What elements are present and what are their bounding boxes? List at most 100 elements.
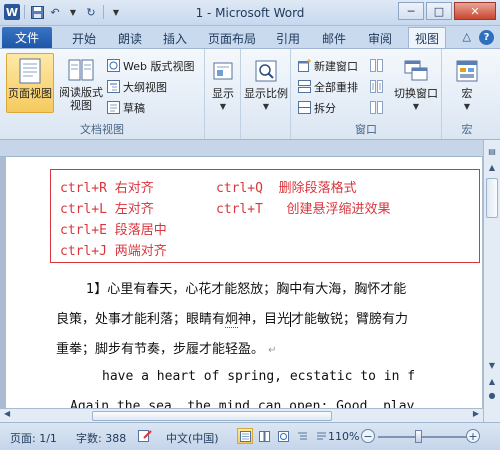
outline-view-icon: [106, 80, 120, 94]
shortcut-ctrl-t: ctrl+T 创建悬浮缩进效果: [216, 202, 391, 217]
previous-page-icon[interactable]: ▲: [484, 374, 500, 389]
zoom-magnifier-icon: [253, 57, 279, 85]
tab-page-layout[interactable]: 页面布局: [208, 29, 256, 48]
status-outline-view-icon[interactable]: [294, 428, 310, 444]
tab-file[interactable]: 文件: [2, 27, 52, 48]
title-bar: W ↶ ▼ ↻ ▼ 1 - Microsoft Word ─ □ ✕: [0, 0, 500, 26]
macros-button[interactable]: 宏 ▼: [448, 57, 486, 113]
reading-view-button[interactable]: 阅读版式 视图: [56, 56, 106, 116]
tab-read-aloud[interactable]: 朗读: [118, 29, 142, 48]
split-label: 拆分: [314, 101, 336, 115]
switch-windows-button[interactable]: 切换窗口 ▼: [391, 57, 441, 113]
split-icon: [297, 101, 311, 115]
zoom-button[interactable]: 显示比例 ▼: [243, 57, 289, 113]
group-show: 显示 ▼: [205, 49, 241, 139]
reset-window-position-button[interactable]: [369, 99, 383, 116]
status-draft-view-icon[interactable]: [313, 428, 329, 444]
vertical-scrollbar[interactable]: ▤ ▲ ▼ ▲ ●: [483, 140, 500, 422]
split-button[interactable]: 拆分: [297, 99, 336, 116]
language-indicator[interactable]: 中文(中国): [166, 430, 219, 446]
page-indicator[interactable]: 页面: 1/1: [10, 430, 57, 446]
window-controls: ─ □ ✕: [398, 2, 496, 20]
ruler-toggle-icon[interactable]: ▤: [484, 144, 500, 159]
shortcut-ctrl-e: ctrl+E 段落居中: [60, 223, 167, 238]
page-view-button[interactable]: 页面视图: [6, 53, 54, 113]
horizontal-scroll-thumb[interactable]: [92, 411, 332, 421]
paragraph-line-2: 良策，处事才能利落；眼睛有炯神，目光才能敏锐；臂膀有力: [56, 312, 409, 328]
outline-view-label: 大纲视图: [123, 80, 167, 94]
view-side-by-side-button[interactable]: [369, 57, 383, 74]
status-web-view-icon[interactable]: [275, 428, 291, 444]
paragraph-line-1: 1】心里有春天，心花才能怒放；胸中有大海，胸怀才能: [86, 282, 407, 297]
show-label: 显示: [212, 87, 234, 100]
ruler-area: [0, 140, 500, 157]
paragraph-line-3: 重拳；脚步有节奏，步履才能轻盈。 ↵: [56, 342, 277, 357]
switch-windows-dropdown-icon: ▼: [412, 102, 420, 111]
tab-review[interactable]: 审阅: [368, 29, 392, 48]
word-count[interactable]: 字数: 388: [76, 430, 126, 446]
zoom-label: 显示比例: [244, 87, 288, 100]
outline-view-button[interactable]: 大纲视图: [106, 78, 167, 95]
horizontal-scrollbar[interactable]: ◀ ▶: [0, 408, 483, 422]
scroll-down-arrow-icon[interactable]: ▼: [484, 358, 500, 373]
web-view-button[interactable]: Web 版式视图: [106, 57, 194, 74]
maximize-button[interactable]: □: [426, 2, 452, 20]
group-macros: 宏 ▼ 宏: [442, 49, 492, 139]
shortcut-ctrl-r: ctrl+R 右对齐: [60, 181, 154, 196]
shortcut-ctrl-q: ctrl+Q 删除段落格式: [216, 181, 357, 196]
macros-dropdown-icon: ▼: [463, 102, 471, 111]
select-browse-object-icon[interactable]: ●: [484, 388, 500, 403]
zoom-slider-thumb[interactable]: [415, 430, 422, 443]
switch-windows-icon: [403, 57, 429, 85]
draft-view-icon: [106, 101, 120, 115]
ribbon: 页面视图 阅读版式 视图 Web 版式视图 大纲视图 草稿 文档视图 显示 ▼ …: [0, 48, 500, 140]
minimize-button[interactable]: ─: [398, 2, 424, 20]
switch-windows-label: 切换窗口: [394, 87, 438, 100]
view-side-by-side-icon: [369, 59, 383, 73]
status-bar: 页面: 1/1 字数: 388 中文(中国) 110% − +: [0, 422, 500, 450]
group-label-macros: 宏: [461, 123, 473, 136]
page-view-label: 页面视图: [8, 87, 52, 100]
tab-home[interactable]: 开始: [72, 29, 96, 48]
document-page[interactable]: ctrl+R 右对齐 ctrl+L 左对齐 ctrl+E 段落居中 ctrl+J…: [6, 157, 482, 409]
close-button[interactable]: ✕: [454, 2, 496, 20]
spelling-error-mark[interactable]: 炯: [225, 312, 239, 328]
status-reading-view-icon[interactable]: [256, 428, 272, 444]
synchronous-scrolling-button[interactable]: [369, 78, 383, 95]
english-line-1: have a heart of spring, ecstatic to in f: [102, 369, 416, 384]
ribbon-tab-bar: 文件 开始 朗读 插入 页面布局 引用 邮件 审阅 视图 △ ?: [0, 26, 500, 48]
new-window-button[interactable]: 新建窗口: [297, 57, 358, 74]
group-label-window: 窗口: [355, 123, 377, 136]
scroll-left-arrow-icon[interactable]: ◀: [4, 409, 10, 418]
help-icon[interactable]: ?: [479, 30, 494, 45]
collapse-ribbon-icon[interactable]: △: [463, 30, 471, 45]
macros-label: 宏: [461, 87, 473, 100]
arrange-all-icon: [297, 80, 311, 94]
zoom-percent[interactable]: 110%: [328, 430, 359, 443]
group-zoom: 显示比例 ▼: [241, 49, 291, 139]
scroll-right-arrow-icon[interactable]: ▶: [473, 409, 479, 418]
show-dropdown-icon: ▼: [219, 102, 227, 111]
zoom-dropdown-icon: ▼: [262, 102, 270, 111]
macros-icon: [454, 57, 480, 85]
status-page-view-icon[interactable]: [237, 428, 253, 444]
group-label-document-views: 文档视图: [80, 123, 124, 136]
group-document-views: 页面视图 阅读版式 视图 Web 版式视图 大纲视图 草稿 文档视图: [0, 49, 205, 139]
vertical-scroll-thumb[interactable]: [486, 178, 498, 218]
proofing-icon[interactable]: [138, 430, 152, 445]
arrange-all-button[interactable]: 全部重排: [297, 78, 358, 95]
zoom-out-button[interactable]: −: [361, 429, 375, 443]
tab-insert[interactable]: 插入: [163, 29, 187, 48]
zoom-slider-track[interactable]: [378, 436, 466, 438]
tab-mailings[interactable]: 邮件: [322, 29, 346, 48]
show-button[interactable]: 显示 ▼: [207, 57, 239, 113]
tab-view[interactable]: 视图: [408, 27, 447, 48]
tab-references[interactable]: 引用: [276, 29, 300, 48]
scroll-up-arrow-icon[interactable]: ▲: [484, 160, 500, 175]
draft-view-button[interactable]: 草稿: [106, 99, 145, 116]
arrange-all-label: 全部重排: [314, 80, 358, 94]
web-view-icon: [106, 59, 120, 73]
help-area: △ ?: [463, 30, 494, 45]
zoom-in-button[interactable]: +: [466, 429, 480, 443]
reading-view-icon: [68, 56, 94, 84]
